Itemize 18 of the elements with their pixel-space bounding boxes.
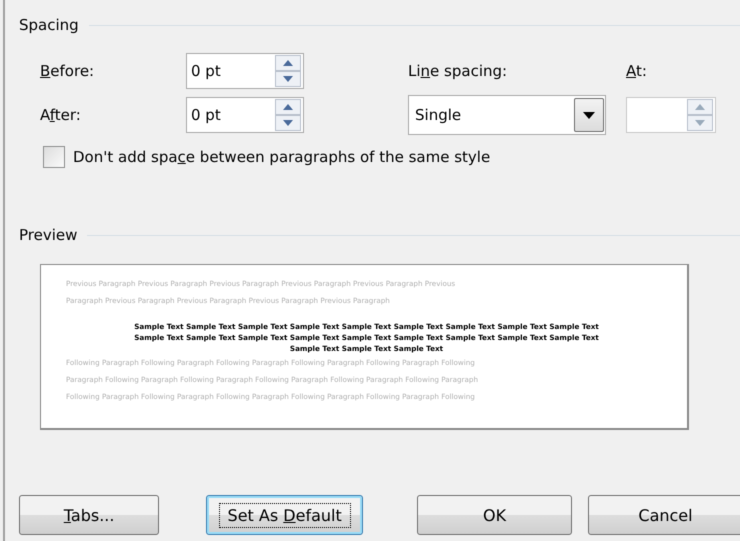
dialog-button[interactable]: Tabs... (19, 495, 160, 535)
field-label: Before: (40, 62, 96, 80)
field-label: Line spacing: (408, 62, 508, 80)
field-label: At: (626, 62, 648, 80)
dropdown-field[interactable]: Single (408, 95, 606, 135)
dialog-button[interactable]: Cancel (588, 495, 740, 535)
caret-icon (583, 112, 595, 118)
spin-field[interactable]: 0 pt (186, 97, 304, 133)
spin-arrows-icon[interactable] (275, 55, 301, 87)
checkbox[interactable] (43, 146, 65, 168)
checkbox-label: Don't add space between paragraphs of the same style (73, 148, 490, 166)
section-title: Preview (19, 226, 78, 244)
field-label: After: (40, 106, 82, 124)
spin-field[interactable]: 0 pt (186, 53, 304, 89)
dialog-button[interactable]: OK (417, 495, 572, 535)
section-title: Spacing (19, 16, 79, 34)
dialog-button[interactable]: Set As Default (206, 495, 364, 535)
spin-arrows-icon[interactable] (275, 99, 301, 131)
